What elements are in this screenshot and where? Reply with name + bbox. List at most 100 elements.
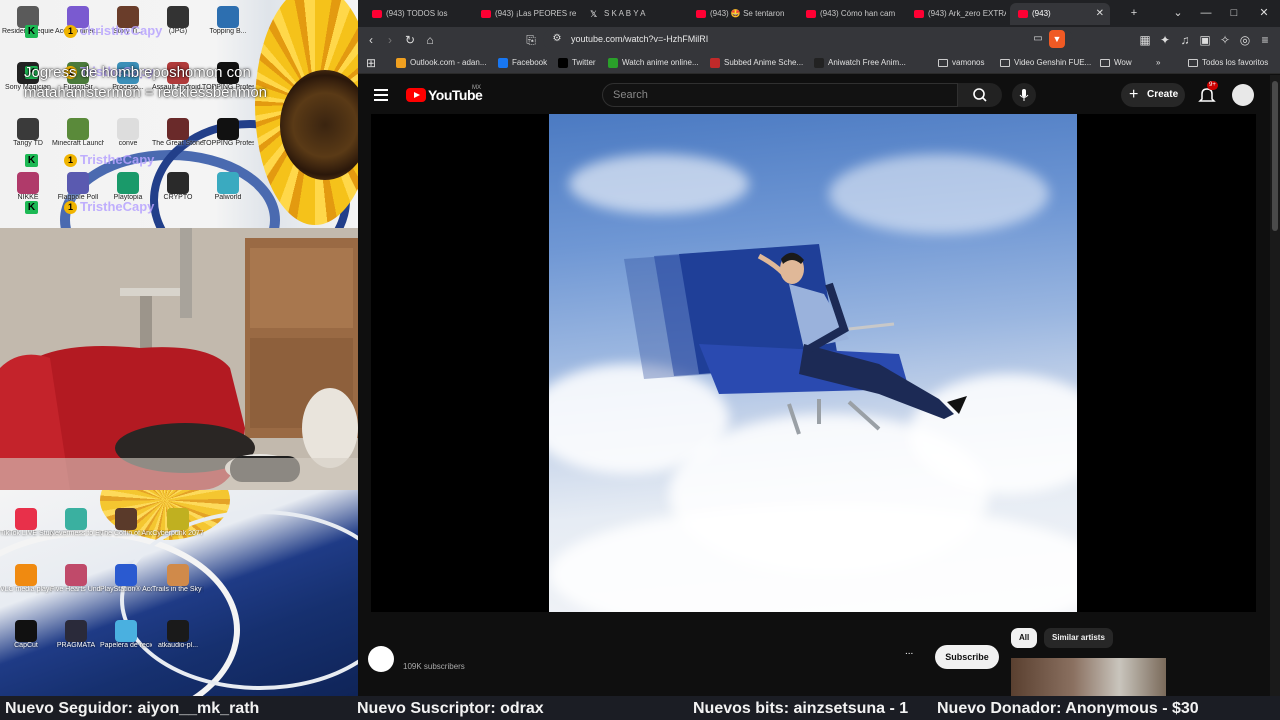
hamburger-menu-icon[interactable] — [372, 86, 390, 104]
youtube-favicon-icon — [806, 10, 816, 18]
desktop-shortcut[interactable]: CRYPTO — [152, 172, 204, 216]
tab-search-icon[interactable]: ⌄ — [1164, 0, 1192, 27]
desktop-shortcut[interactable]: Trails in the Sky 1st Ch... — [152, 564, 204, 608]
cast-icon[interactable]: ▭ — [1029, 30, 1047, 48]
desktop-shortcut[interactable]: Topping B... — [202, 6, 254, 50]
browser-tab[interactable]: (943) TODOS los — [364, 3, 468, 25]
desktop-shortcut[interactable]: TikTok LIVE Studio — [0, 508, 52, 552]
bookmark-item[interactable]: Video Genshin FUE... — [1000, 52, 1091, 74]
ai-icon[interactable]: ✧ — [1216, 31, 1234, 49]
url-text: youtube.com/watch?v=-HzhFMilRI — [571, 34, 709, 44]
bookmark-favicon-icon — [498, 58, 508, 68]
desktop-shortcut[interactable]: atkaudio-pl... — [152, 620, 204, 664]
chip-all[interactable]: All — [1011, 628, 1038, 648]
bookmark-icon[interactable]: ⎘ — [522, 31, 540, 49]
desktop-shortcut[interactable]: Papelera de reciclaje — [100, 620, 152, 664]
desktop-shortcut[interactable]: PRAGMATA — [50, 620, 102, 664]
desktop-shortcut[interactable]: Five Hearts Under O... — [50, 564, 102, 608]
page-scrollbar[interactable] — [1270, 75, 1280, 696]
new-tab-button[interactable]: + — [1120, 0, 1148, 27]
vpn-icon[interactable]: ◎ — [1236, 31, 1254, 49]
browser-tab[interactable]: (943) 🤩 Se tentaron — [688, 3, 792, 25]
menu-icon[interactable]: ≡ — [1256, 31, 1274, 49]
browser-tab[interactable]: (943) Ark_zero EXTRA — [906, 3, 1006, 25]
apps-icon[interactable]: ⊞ — [362, 54, 380, 72]
ticker-subscriber: Nuevo Suscriptor: odrax — [357, 700, 544, 717]
forward-icon[interactable]: › — [381, 31, 399, 49]
minimize-button[interactable]: — — [1192, 0, 1220, 27]
extensions-icon[interactable]: ▦ — [1136, 31, 1154, 49]
account-avatar[interactable] — [1232, 84, 1254, 106]
search-input[interactable]: Search — [602, 83, 958, 107]
back-icon[interactable]: ‹ — [362, 31, 380, 49]
youtube-logo[interactable]: YouTube MX — [406, 85, 496, 105]
youtube-favicon-icon — [1018, 10, 1028, 18]
browser-tab[interactable]: (943) ✕ — [1010, 3, 1110, 25]
site-info-icon[interactable]: ⚙ — [548, 30, 566, 48]
chat-username: TristheCapy — [80, 199, 155, 214]
bookmark-item[interactable]: Facebook — [498, 52, 547, 74]
chip-similar-artists[interactable]: Similar artists — [1044, 628, 1113, 648]
voice-search-button[interactable] — [1012, 83, 1036, 107]
reload-icon[interactable]: ↻ — [401, 31, 419, 49]
bookmarks-overflow-icon[interactable]: » — [1156, 52, 1160, 74]
app-icon — [15, 620, 37, 642]
ticker-bits: Nuevos bits: ainzsetsuna - 1 — [693, 700, 909, 717]
create-button[interactable]: + Create — [1121, 83, 1185, 107]
all-bookmarks[interactable]: Todos los favoritos — [1188, 52, 1268, 74]
desktop-shortcut[interactable]: PlayStation® Accessories — [100, 564, 152, 608]
notifications-button[interactable]: 9+ — [1196, 81, 1218, 106]
tab-title: (943) Ark_zero EXTRA — [928, 9, 1006, 18]
desktop-shortcut[interactable]: Palworld — [202, 172, 254, 216]
more-options-icon[interactable]: ... — [905, 646, 913, 657]
channel-avatar[interactable] — [368, 646, 394, 672]
home-icon[interactable]: ⌂ — [421, 31, 439, 49]
bookmark-item[interactable]: Subbed Anime Sche... — [710, 52, 803, 74]
kick-icon: K — [25, 201, 38, 214]
desktop-shortcut[interactable]: Nevermess to Everness — [50, 508, 102, 552]
scrollbar-thumb[interactable] — [1272, 81, 1278, 231]
bookmark-item[interactable]: Twitter — [558, 52, 596, 74]
app-icon — [217, 172, 239, 194]
desktop-shortcut[interactable]: VLC media player — [0, 564, 52, 608]
webcam-feed — [0, 228, 358, 490]
search-button[interactable] — [958, 83, 1002, 107]
app-icon — [17, 118, 39, 140]
tab-title: (943) Cómo han cam — [820, 9, 896, 18]
bookmark-item[interactable]: Watch anime online... — [608, 52, 699, 74]
brave-shield-icon[interactable]: ▼ — [1049, 30, 1065, 48]
ticker-donation: Nuevo Donador: Anonymous - $30 — [937, 700, 1199, 717]
video-player[interactable] — [371, 114, 1256, 612]
sub-badge-icon: 1 — [64, 201, 77, 214]
folder-icon — [938, 59, 948, 67]
desktop-shortcut[interactable]: Cyberpunk 2077 — [152, 508, 204, 552]
desktop-shortcut[interactable]: TOPPING Professio... — [202, 118, 254, 162]
music-icon[interactable]: ♫ — [1176, 31, 1194, 49]
bookmark-item[interactable]: vamonos — [938, 52, 984, 74]
address-bar[interactable]: ⚙ youtube.com/watch?v=-HzhFMilRI ▭ ▼ — [543, 29, 1073, 50]
browser-tab[interactable]: (943) ¡Las PEORES re — [473, 3, 577, 25]
tab-title: (943) TODOS los — [386, 9, 448, 18]
bookmark-favicon-icon — [814, 58, 824, 68]
close-window-button[interactable]: ✕ — [1250, 0, 1278, 27]
desktop-shortcut[interactable]: The Great Stone... — [152, 118, 204, 162]
bookmark-item[interactable]: Aniwatch Free Anim... — [814, 52, 906, 74]
bookmark-item[interactable]: Outlook.com - adan... — [396, 52, 486, 74]
desktop-bottom: TikTok LIVE StudioNevermess to EvernessT… — [0, 490, 358, 696]
wallet-icon[interactable]: ▣ — [1196, 31, 1214, 49]
close-tab-icon[interactable]: ✕ — [1096, 3, 1104, 25]
video-details: 109K subscribers ... Subscribe All Simil… — [358, 620, 1270, 696]
extension-puzzle-icon[interactable]: ✦ — [1156, 31, 1174, 49]
recommended-video-thumbnail[interactable] — [1011, 658, 1166, 696]
app-icon — [167, 508, 189, 530]
bookmark-item[interactable]: Wow — [1100, 52, 1132, 74]
desktop-shortcut[interactable]: The Coffin of Andy and L... — [100, 508, 152, 552]
video-frame — [549, 114, 1077, 612]
app-icon — [115, 564, 137, 586]
desktop-shortcut[interactable]: CapCut — [0, 620, 52, 664]
browser-tab[interactable]: (943) Cómo han cam — [798, 3, 902, 25]
subscribe-button[interactable]: Subscribe — [935, 645, 999, 669]
desktop-top: Resident RequiemAcceso direc...Story Ti.… — [0, 0, 358, 228]
maximize-button[interactable]: □ — [1220, 0, 1248, 27]
browser-tab[interactable]: 𝕏S K A B Y A — [582, 3, 682, 25]
